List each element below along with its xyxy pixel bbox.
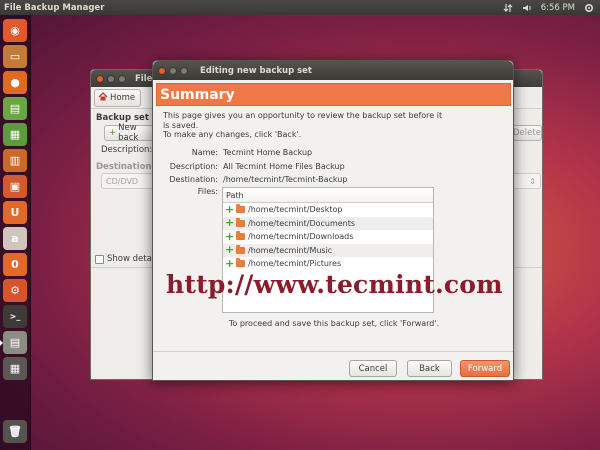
- intro-text: This page gives you an opportunity to re…: [163, 111, 443, 140]
- trash-icon[interactable]: 🗑: [3, 420, 27, 443]
- backup-manager-icon[interactable]: ▤: [0, 331, 27, 354]
- file-path: /home/tecmint/Documents: [248, 218, 356, 228]
- file-row[interactable]: + /home/tecmint/Downloads: [223, 230, 433, 244]
- back-button[interactable]: Back: [407, 360, 452, 377]
- minimize-icon[interactable]: [169, 66, 177, 75]
- indicator-area: 6:56 PM: [503, 3, 594, 13]
- writer-icon[interactable]: ▤: [3, 97, 27, 120]
- description-value: All Tecmint Home Files Backup: [223, 162, 345, 171]
- cancel-button[interactable]: Cancel: [349, 360, 397, 377]
- include-plus-icon: +: [225, 229, 235, 243]
- summary-heading: Summary: [156, 83, 511, 106]
- intro-line: To make any changes, click 'Back'.: [163, 130, 302, 139]
- forward-button[interactable]: Forward: [460, 360, 510, 377]
- bg-description-label: Description:: [101, 145, 153, 155]
- file-row[interactable]: + /home/tecmint/Music: [223, 243, 433, 257]
- show-details-label: Show detail: [107, 254, 157, 264]
- folder-icon: [236, 258, 245, 268]
- intro-line: This page gives you an opportunity to re…: [163, 111, 443, 120]
- file-rows: + /home/tecmint/Desktop + /home/tecmint/Doc…: [223, 203, 433, 271]
- home-label: Home: [110, 92, 136, 103]
- files-icon[interactable]: ▭: [3, 45, 27, 68]
- volume-icon[interactable]: [522, 3, 532, 13]
- active-app-title: File Backup Manager: [4, 2, 105, 13]
- bg-destination-heading: Destination: [96, 162, 152, 172]
- name-label: Name:: [191, 148, 218, 157]
- maximize-icon[interactable]: [118, 74, 126, 83]
- home-icon: [98, 91, 108, 104]
- amazon-icon[interactable]: a: [3, 227, 27, 250]
- folder-icon: [236, 244, 245, 254]
- dialog-titlebar: Editing new backup set: [153, 61, 513, 80]
- file-row[interactable]: + /home/tecmint/Documents: [223, 216, 433, 230]
- system-settings-icon[interactable]: ⚙: [3, 279, 27, 302]
- description-label: Description:: [169, 162, 218, 171]
- backup-set-heading: Backup set: [96, 113, 149, 123]
- name-value: Tecmint Home Backup: [223, 148, 313, 157]
- network-icon[interactable]: [503, 3, 513, 13]
- button-separator: [153, 351, 513, 352]
- bg-window-title: File: [135, 73, 153, 84]
- calc-icon[interactable]: ▦: [3, 123, 27, 146]
- include-plus-icon: +: [225, 243, 235, 257]
- include-plus-icon: +: [225, 216, 235, 230]
- folder-icon: [236, 204, 245, 214]
- file-row[interactable]: + /home/tecmint/Desktop: [223, 203, 433, 217]
- firefox-icon[interactable]: ●: [3, 71, 27, 94]
- power-gear-icon[interactable]: [584, 3, 594, 13]
- unity-launcher: ◉ ▭ ● ▤ ▦ ▥ ▣ Ua 0 ⚙ >_ ▤ ▦ 🗑: [0, 15, 31, 450]
- minimize-icon[interactable]: [107, 74, 115, 83]
- file-row[interactable]: + /home/tecmint/Pictures: [223, 257, 433, 271]
- delete-label: Delete: [513, 128, 541, 138]
- intro-line: is saved.: [163, 120, 199, 130]
- proceed-text: To proceed and save this backup set, cli…: [228, 319, 440, 328]
- home-button[interactable]: Home: [94, 88, 142, 107]
- show-details-checkbox[interactable]: [95, 255, 104, 264]
- chevron-updown-icon: ⇕: [529, 176, 536, 186]
- files-label: Files:: [197, 187, 218, 196]
- software-center-icon[interactable]: ▣: [3, 175, 27, 198]
- file-path: /home/tecmint/Pictures: [248, 259, 342, 269]
- ubuntu-one-music-icon[interactable]: 0: [3, 253, 27, 276]
- close-icon[interactable]: [158, 66, 166, 75]
- path-column-header[interactable]: Path: [223, 188, 433, 203]
- file-path: /home/tecmint/Downloads: [248, 232, 354, 242]
- maximize-icon[interactable]: [180, 66, 188, 75]
- workspace-switcher-icon[interactable]: ▦: [3, 357, 27, 380]
- editing-backup-set-dialog: Editing new backup set Summary This page…: [152, 60, 514, 381]
- destination-select-value: CD/DVD: [106, 176, 139, 186]
- close-icon[interactable]: [96, 74, 104, 83]
- impress-icon[interactable]: ▥: [3, 149, 27, 172]
- top-panel: File Backup Manager 6:56 PM: [0, 0, 600, 15]
- folder-icon: [236, 231, 245, 241]
- include-plus-icon: +: [225, 202, 235, 216]
- destination-value: /home/tecmint/Tecmint-Backup: [223, 175, 348, 184]
- folder-icon: [236, 217, 245, 227]
- add-icon: +: [109, 128, 117, 138]
- dash-icon[interactable]: ◉: [3, 19, 27, 42]
- file-path: /home/tecmint/Desktop: [248, 205, 343, 215]
- destination-label: Destination:: [169, 175, 218, 184]
- terminal-icon[interactable]: >_: [3, 305, 27, 328]
- include-plus-icon: +: [225, 256, 235, 270]
- clock[interactable]: 6:56 PM: [541, 3, 575, 13]
- file-path: /home/tecmint/Music: [248, 245, 333, 255]
- ubuntu-one-icon[interactable]: U: [3, 201, 27, 224]
- watermark: http://www.tecmint.com: [166, 270, 503, 299]
- dialog-title: Editing new backup set: [200, 65, 312, 76]
